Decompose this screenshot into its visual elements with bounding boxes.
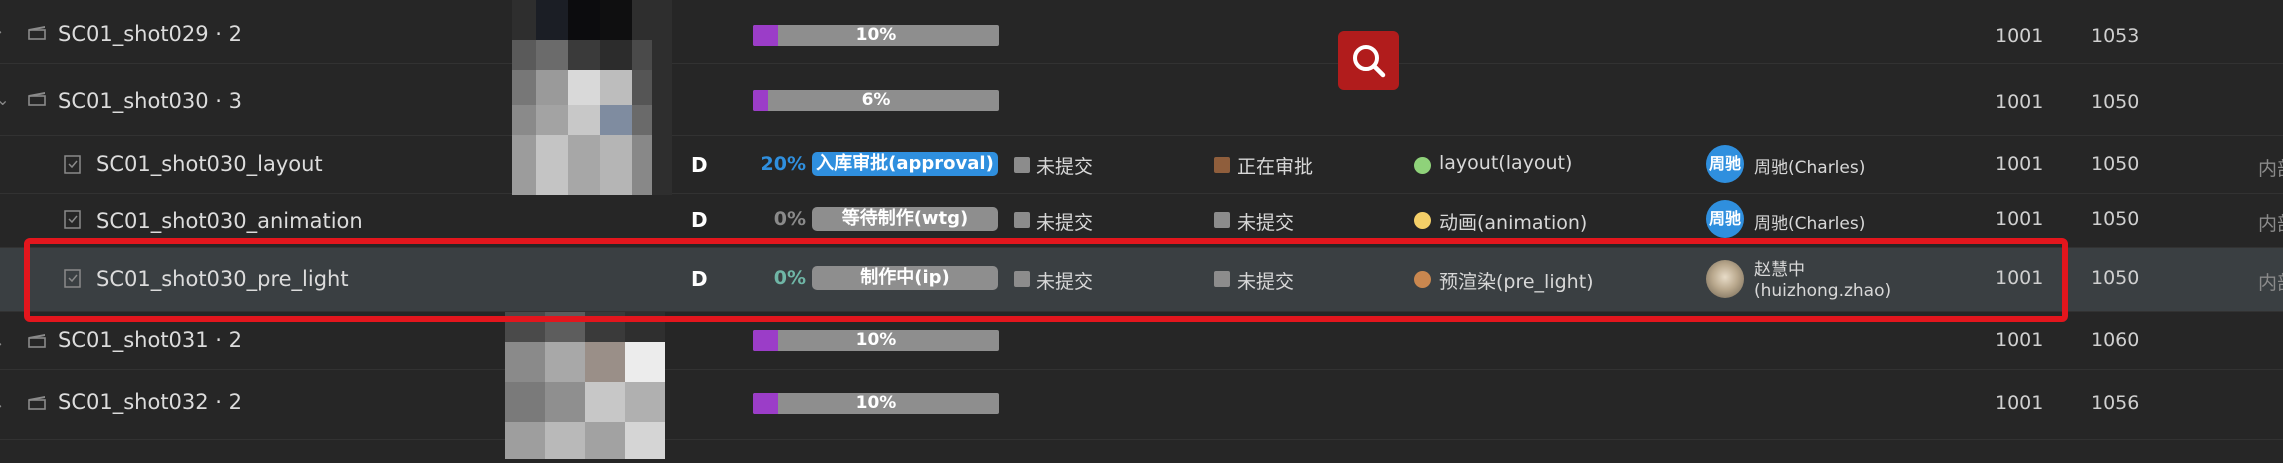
clapperboard-icon xyxy=(28,334,46,348)
progress-label: 6% xyxy=(861,90,891,110)
assignee: 周驰(Charles) xyxy=(1754,158,1866,178)
extra-column: 内部 xyxy=(2258,213,2283,235)
clapperboard-icon xyxy=(28,26,46,40)
frame-end: 1053 xyxy=(2091,25,2140,47)
expand-arrow-icon[interactable]: › xyxy=(0,24,8,40)
avatar[interactable]: 周驰 xyxy=(1706,145,1744,183)
task-percent: 0% xyxy=(773,208,806,230)
status-square-icon xyxy=(1214,157,1230,173)
frame-end: 1060 xyxy=(2091,329,2140,351)
task-table: › SC01_shot029 · 2 10% 1001 1053 ⌄ SC01_… xyxy=(0,0,2283,459)
checkbox-icon[interactable] xyxy=(1214,212,1230,228)
frame-end: 1050 xyxy=(2091,91,2140,113)
progress-bar: 10% xyxy=(753,393,999,414)
progress-bar: 10% xyxy=(753,25,999,46)
checkbox-icon[interactable] xyxy=(1014,157,1030,173)
search-icon xyxy=(1353,45,1386,78)
highlight-box xyxy=(24,238,2068,322)
frame-start: 1001 xyxy=(1995,329,2044,351)
pipeline-step: layout(layout) xyxy=(1439,152,1573,174)
assignee: 周驰(Charles) xyxy=(1754,214,1866,234)
progress-label: 10% xyxy=(855,330,897,350)
progress-label: 10% xyxy=(855,25,897,45)
expand-arrow-icon[interactable]: › xyxy=(0,398,8,414)
task-status[interactable]: 入库审批(approval) xyxy=(812,152,998,176)
frame-end: 1050 xyxy=(2091,267,2140,289)
table-row[interactable]: ⌄ SC01_shot030 · 3 6% 1001 1050 xyxy=(0,64,2283,136)
frame-start: 1001 xyxy=(1995,91,2044,113)
pixel-mosaic-icon xyxy=(505,312,665,459)
progress-label: 10% xyxy=(855,393,897,413)
frame-start: 1001 xyxy=(1995,25,2044,47)
table-row[interactable]: › SC01_shot029 · 2 10% 1001 1053 xyxy=(0,0,2283,64)
step-dot-icon xyxy=(1414,212,1431,229)
avatar[interactable]: 周驰 xyxy=(1706,200,1744,238)
submit-status: 未提交 xyxy=(1036,156,1094,178)
pixel-mosaic-icon xyxy=(512,0,672,195)
review-status: 未提交 xyxy=(1237,212,1295,234)
search-button[interactable] xyxy=(1338,31,1399,90)
department-letter: D xyxy=(691,208,708,232)
task-icon xyxy=(64,210,81,229)
clapperboard-icon xyxy=(28,92,46,106)
clapperboard-icon xyxy=(28,396,46,410)
progress-bar: 10% xyxy=(753,330,999,351)
task-percent: 20% xyxy=(760,153,806,175)
collapse-arrow-icon[interactable]: ⌄ xyxy=(0,92,9,108)
extra-column: 内部 xyxy=(2258,158,2283,180)
frame-end: 1050 xyxy=(2091,208,2140,230)
progress-bar: 6% xyxy=(753,90,999,111)
expand-arrow-icon[interactable]: › xyxy=(0,336,8,352)
submit-status: 未提交 xyxy=(1036,212,1094,234)
table-row[interactable]: › SC01_shot032 · 2 10% 1001 1056 xyxy=(0,370,2283,440)
department-letter: D xyxy=(691,153,708,177)
checkbox-icon[interactable] xyxy=(1014,212,1030,228)
pipeline-step: 动画(animation) xyxy=(1439,212,1588,234)
task-name[interactable]: SC01_shot030_animation xyxy=(96,209,363,233)
shot-name[interactable]: SC01_shot030 · 3 xyxy=(58,89,242,113)
frame-end: 1050 xyxy=(2091,153,2140,175)
extra-column: 内部 xyxy=(2258,272,2283,294)
frame-start: 1001 xyxy=(1995,392,2044,414)
shot-name[interactable]: SC01_shot032 · 2 xyxy=(58,390,242,414)
task-icon xyxy=(64,155,81,174)
shot-name[interactable]: SC01_shot029 · 2 xyxy=(58,22,242,46)
shot-name[interactable]: SC01_shot031 · 2 xyxy=(58,328,242,352)
pixelated-thumbnail xyxy=(512,0,672,195)
table-row[interactable]: SC01_shot030_layout D 20% 入库审批(approval)… xyxy=(0,136,2283,194)
frame-start: 1001 xyxy=(1995,153,2044,175)
task-name[interactable]: SC01_shot030_layout xyxy=(96,152,323,176)
frame-start: 1001 xyxy=(1995,208,2044,230)
step-dot-icon xyxy=(1414,157,1431,174)
task-status[interactable]: 等待制作(wtg) xyxy=(812,207,998,231)
pixelated-thumbnail xyxy=(505,312,665,459)
frame-end: 1056 xyxy=(2091,392,2140,414)
review-status: 正在审批 xyxy=(1237,156,1314,178)
